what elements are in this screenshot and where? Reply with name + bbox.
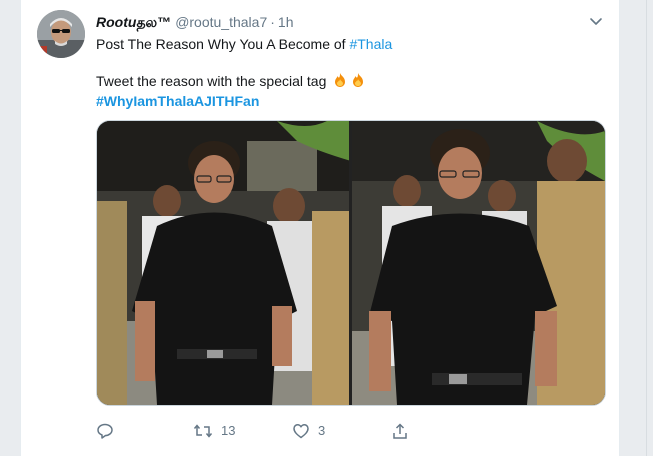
timestamp[interactable]: 1h: [278, 14, 294, 30]
like-button[interactable]: 3: [292, 420, 325, 442]
tweet-header: Rootuதல™ @rootu_thala7 · 1h: [96, 13, 596, 33]
hashtag-whyiamthalaajithfan[interactable]: #WhyIamThalaAJITHFan: [96, 93, 259, 109]
reply-icon: [96, 422, 114, 440]
tweet-actions: 13 3: [96, 420, 596, 442]
tweet-text: Tweet the reason with the special tag: [96, 73, 331, 89]
share-button[interactable]: [391, 420, 409, 442]
tweet-text: Post The Reason Why You A Become of: [96, 36, 350, 52]
avatar-image: [37, 10, 85, 58]
user-handle[interactable]: @rootu_thala7: [175, 14, 267, 30]
fire-icon: [332, 72, 348, 92]
tweet-text-line-2: Tweet the reason with the special tag: [96, 72, 366, 92]
separator-dot: ·: [270, 14, 275, 30]
hashtag-thala[interactable]: #Thala: [349, 36, 392, 52]
chevron-down-icon[interactable]: [587, 12, 605, 30]
tweet-media-photo[interactable]: [96, 120, 606, 406]
page-right-edge: [646, 0, 647, 456]
photo-image: [97, 121, 605, 405]
avatar[interactable]: [37, 10, 85, 58]
like-count: 3: [318, 423, 326, 438]
tweet-text-line-1: Post The Reason Why You A Become of #Tha…: [96, 35, 392, 53]
display-name[interactable]: Rootuதல™: [96, 14, 171, 30]
share-icon: [391, 422, 409, 440]
retweet-count: 13: [221, 423, 236, 438]
fire-icon: [350, 72, 366, 92]
heart-icon: [292, 422, 310, 440]
reply-button[interactable]: [96, 420, 114, 442]
retweet-icon: [193, 422, 213, 440]
tweet-card[interactable]: Rootuதல™ @rootu_thala7 · 1h Post The Reason…: [20, 0, 620, 456]
retweet-button[interactable]: 13: [193, 420, 235, 442]
tweet-text-line-3: #WhyIamThalaAJITHFan: [96, 92, 259, 110]
